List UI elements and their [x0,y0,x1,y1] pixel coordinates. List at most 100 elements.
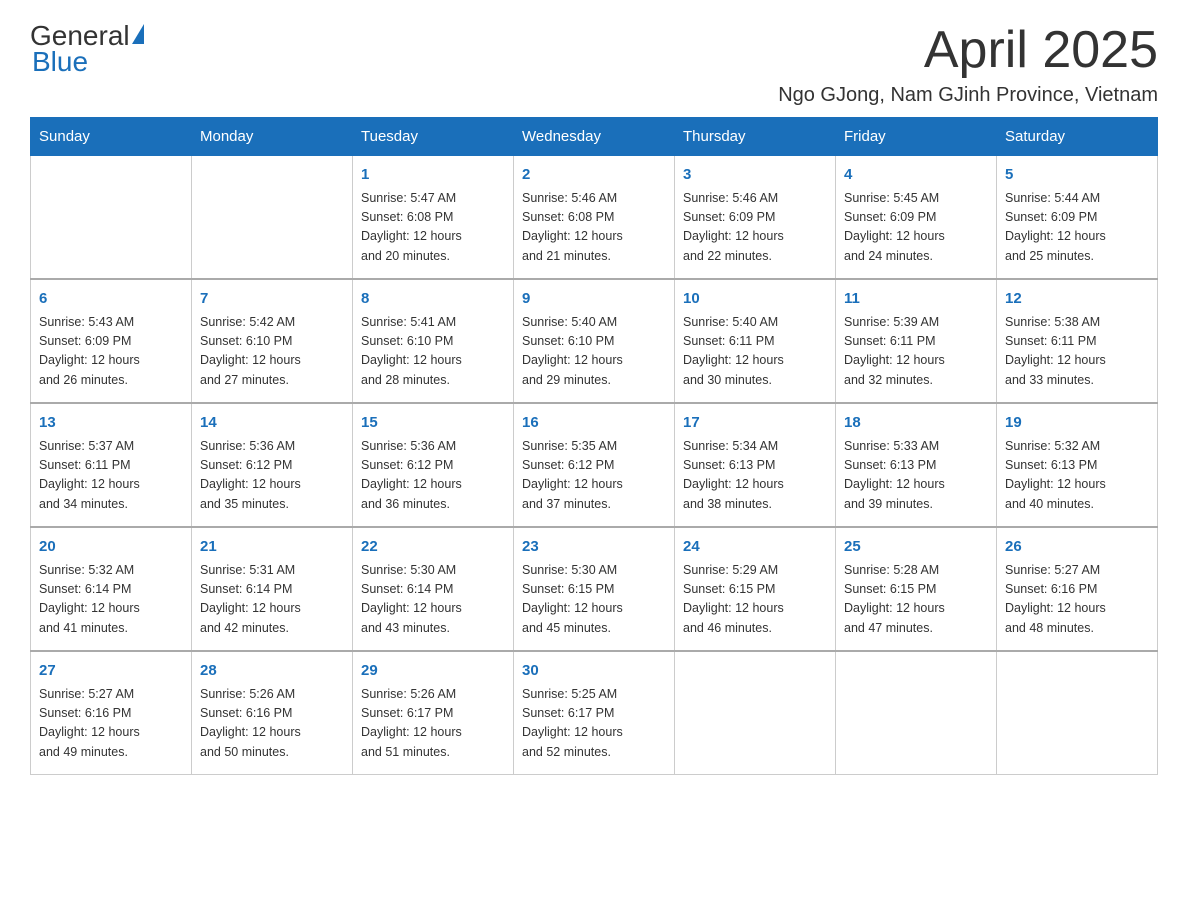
day-number: 19 [1005,412,1149,435]
day-number: 17 [683,412,827,435]
day-info: Sunrise: 5:25 AM Sunset: 6:17 PM Dayligh… [522,685,666,763]
day-number: 7 [200,288,344,311]
day-number: 28 [200,660,344,683]
calendar-week-row: 1Sunrise: 5:47 AM Sunset: 6:08 PM Daylig… [31,156,1158,280]
calendar-cell [192,156,353,280]
calendar-week-row: 20Sunrise: 5:32 AM Sunset: 6:14 PM Dayli… [31,527,1158,651]
header-friday: Friday [836,118,997,156]
day-number: 26 [1005,536,1149,559]
day-number: 25 [844,536,988,559]
calendar-cell [675,651,836,775]
day-number: 18 [844,412,988,435]
day-info: Sunrise: 5:37 AM Sunset: 6:11 PM Dayligh… [39,437,183,515]
day-info: Sunrise: 5:27 AM Sunset: 6:16 PM Dayligh… [1005,561,1149,639]
calendar-week-row: 13Sunrise: 5:37 AM Sunset: 6:11 PM Dayli… [31,403,1158,527]
day-number: 16 [522,412,666,435]
day-info: Sunrise: 5:30 AM Sunset: 6:15 PM Dayligh… [522,561,666,639]
calendar-cell: 24Sunrise: 5:29 AM Sunset: 6:15 PM Dayli… [675,527,836,651]
calendar-week-row: 27Sunrise: 5:27 AM Sunset: 6:16 PM Dayli… [31,651,1158,775]
day-info: Sunrise: 5:46 AM Sunset: 6:09 PM Dayligh… [683,189,827,267]
day-number: 12 [1005,288,1149,311]
day-number: 23 [522,536,666,559]
day-info: Sunrise: 5:39 AM Sunset: 6:11 PM Dayligh… [844,313,988,391]
day-number: 24 [683,536,827,559]
header-saturday: Saturday [997,118,1158,156]
day-number: 14 [200,412,344,435]
day-info: Sunrise: 5:26 AM Sunset: 6:16 PM Dayligh… [200,685,344,763]
month-title: April 2025 [778,20,1158,80]
day-info: Sunrise: 5:45 AM Sunset: 6:09 PM Dayligh… [844,189,988,267]
header-tuesday: Tuesday [353,118,514,156]
day-number: 4 [844,164,988,187]
calendar-cell: 14Sunrise: 5:36 AM Sunset: 6:12 PM Dayli… [192,403,353,527]
calendar-cell: 7Sunrise: 5:42 AM Sunset: 6:10 PM Daylig… [192,279,353,403]
day-info: Sunrise: 5:38 AM Sunset: 6:11 PM Dayligh… [1005,313,1149,391]
logo-triangle-icon [132,24,144,44]
calendar-table: Sunday Monday Tuesday Wednesday Thursday… [30,117,1158,775]
day-number: 22 [361,536,505,559]
calendar-cell [997,651,1158,775]
calendar-week-row: 6Sunrise: 5:43 AM Sunset: 6:09 PM Daylig… [31,279,1158,403]
calendar-cell: 10Sunrise: 5:40 AM Sunset: 6:11 PM Dayli… [675,279,836,403]
title-block: April 2025 Ngo GJong, Nam GJinh Province… [778,20,1158,107]
day-info: Sunrise: 5:40 AM Sunset: 6:10 PM Dayligh… [522,313,666,391]
day-info: Sunrise: 5:43 AM Sunset: 6:09 PM Dayligh… [39,313,183,391]
day-number: 27 [39,660,183,683]
header-wednesday: Wednesday [514,118,675,156]
day-info: Sunrise: 5:42 AM Sunset: 6:10 PM Dayligh… [200,313,344,391]
calendar-cell: 28Sunrise: 5:26 AM Sunset: 6:16 PM Dayli… [192,651,353,775]
calendar-cell [836,651,997,775]
header-monday: Monday [192,118,353,156]
header-thursday: Thursday [675,118,836,156]
day-number: 9 [522,288,666,311]
calendar-cell: 13Sunrise: 5:37 AM Sunset: 6:11 PM Dayli… [31,403,192,527]
day-info: Sunrise: 5:34 AM Sunset: 6:13 PM Dayligh… [683,437,827,515]
day-info: Sunrise: 5:33 AM Sunset: 6:13 PM Dayligh… [844,437,988,515]
calendar-cell: 3Sunrise: 5:46 AM Sunset: 6:09 PM Daylig… [675,156,836,280]
page-header: General Blue April 2025 Ngo GJong, Nam G… [30,20,1158,107]
day-info: Sunrise: 5:40 AM Sunset: 6:11 PM Dayligh… [683,313,827,391]
calendar-cell: 1Sunrise: 5:47 AM Sunset: 6:08 PM Daylig… [353,156,514,280]
day-info: Sunrise: 5:27 AM Sunset: 6:16 PM Dayligh… [39,685,183,763]
day-number: 6 [39,288,183,311]
location-title: Ngo GJong, Nam GJinh Province, Vietnam [778,84,1158,107]
calendar-cell: 5Sunrise: 5:44 AM Sunset: 6:09 PM Daylig… [997,156,1158,280]
calendar-cell: 29Sunrise: 5:26 AM Sunset: 6:17 PM Dayli… [353,651,514,775]
calendar-cell: 19Sunrise: 5:32 AM Sunset: 6:13 PM Dayli… [997,403,1158,527]
day-info: Sunrise: 5:36 AM Sunset: 6:12 PM Dayligh… [361,437,505,515]
day-info: Sunrise: 5:32 AM Sunset: 6:14 PM Dayligh… [39,561,183,639]
day-number: 13 [39,412,183,435]
day-number: 5 [1005,164,1149,187]
day-info: Sunrise: 5:41 AM Sunset: 6:10 PM Dayligh… [361,313,505,391]
day-number: 10 [683,288,827,311]
calendar-cell: 30Sunrise: 5:25 AM Sunset: 6:17 PM Dayli… [514,651,675,775]
day-info: Sunrise: 5:46 AM Sunset: 6:08 PM Dayligh… [522,189,666,267]
logo: General Blue [30,20,144,78]
calendar-cell: 12Sunrise: 5:38 AM Sunset: 6:11 PM Dayli… [997,279,1158,403]
day-number: 30 [522,660,666,683]
calendar-cell: 22Sunrise: 5:30 AM Sunset: 6:14 PM Dayli… [353,527,514,651]
calendar-cell: 9Sunrise: 5:40 AM Sunset: 6:10 PM Daylig… [514,279,675,403]
day-number: 20 [39,536,183,559]
calendar-cell: 11Sunrise: 5:39 AM Sunset: 6:11 PM Dayli… [836,279,997,403]
day-info: Sunrise: 5:44 AM Sunset: 6:09 PM Dayligh… [1005,189,1149,267]
calendar-cell: 20Sunrise: 5:32 AM Sunset: 6:14 PM Dayli… [31,527,192,651]
day-info: Sunrise: 5:32 AM Sunset: 6:13 PM Dayligh… [1005,437,1149,515]
calendar-cell: 25Sunrise: 5:28 AM Sunset: 6:15 PM Dayli… [836,527,997,651]
day-info: Sunrise: 5:31 AM Sunset: 6:14 PM Dayligh… [200,561,344,639]
calendar-cell: 26Sunrise: 5:27 AM Sunset: 6:16 PM Dayli… [997,527,1158,651]
calendar-cell: 2Sunrise: 5:46 AM Sunset: 6:08 PM Daylig… [514,156,675,280]
day-info: Sunrise: 5:35 AM Sunset: 6:12 PM Dayligh… [522,437,666,515]
calendar-cell: 18Sunrise: 5:33 AM Sunset: 6:13 PM Dayli… [836,403,997,527]
weekday-header-row: Sunday Monday Tuesday Wednesday Thursday… [31,118,1158,156]
day-info: Sunrise: 5:26 AM Sunset: 6:17 PM Dayligh… [361,685,505,763]
calendar-cell: 4Sunrise: 5:45 AM Sunset: 6:09 PM Daylig… [836,156,997,280]
day-number: 1 [361,164,505,187]
day-info: Sunrise: 5:47 AM Sunset: 6:08 PM Dayligh… [361,189,505,267]
day-info: Sunrise: 5:36 AM Sunset: 6:12 PM Dayligh… [200,437,344,515]
calendar-cell: 17Sunrise: 5:34 AM Sunset: 6:13 PM Dayli… [675,403,836,527]
calendar-cell: 27Sunrise: 5:27 AM Sunset: 6:16 PM Dayli… [31,651,192,775]
calendar-cell: 6Sunrise: 5:43 AM Sunset: 6:09 PM Daylig… [31,279,192,403]
day-info: Sunrise: 5:28 AM Sunset: 6:15 PM Dayligh… [844,561,988,639]
day-number: 29 [361,660,505,683]
